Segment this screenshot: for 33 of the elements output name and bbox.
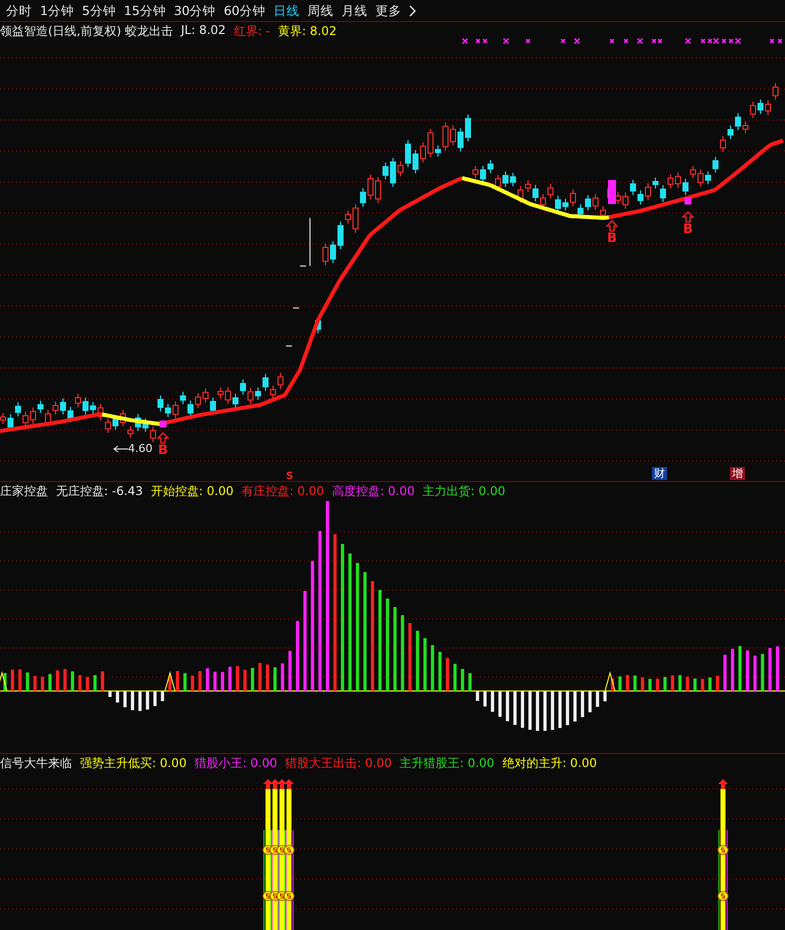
buy-signal-label: B (683, 223, 693, 236)
timeframe-tab[interactable]: 1分钟 (36, 2, 78, 20)
event-tag: 增 (730, 467, 745, 480)
timeframe-tab[interactable]: 5分钟 (78, 2, 120, 20)
chart-title: 领益智造(日线,前复权) 蛟龙出击 (0, 23, 173, 40)
price-label: 4.60 (128, 443, 152, 455)
timeframe-tab[interactable]: 30分钟 (170, 2, 220, 20)
timeframe-tab[interactable]: 分时 (2, 2, 36, 20)
indicator-title: 信号大牛来临 (0, 755, 72, 772)
indicator-value: 强势主升低买: 0.00 (80, 755, 187, 772)
indicator-value: 开始控盘: 0.00 (150, 483, 234, 500)
indicator-title: 庄家控盘 (0, 483, 48, 500)
event-tag: 财 (652, 467, 667, 480)
indicator-value: 有庄控盘: 0.00 (241, 483, 324, 500)
indicator-value: 黄界: 8.02 (278, 23, 337, 40)
indicator-value: 无庄控盘: -6.43 (56, 483, 143, 500)
timeframe-tab[interactable]: 日线 (270, 2, 304, 20)
indicator-value: 主力出货: 0.00 (422, 483, 506, 500)
buy-signal-label: B (607, 232, 617, 245)
indicator-value: JL: 8.02 (181, 23, 226, 39)
timeframe-tab[interactable]: 60分钟 (220, 2, 270, 20)
indicator-value: 主升猎股王: 0.00 (400, 755, 494, 772)
indicator-value: 高度控盘: 0.00 (332, 483, 415, 500)
more-button[interactable]: 更多 (372, 2, 406, 20)
indicator-value: 猎股大王出击: 0.00 (285, 755, 392, 772)
indicator-value: 猎股小王: 0.00 (194, 755, 278, 772)
indicator-value: 绝对的主升: 0.00 (502, 755, 597, 772)
timeframe-tab[interactable]: 15分钟 (120, 2, 170, 20)
timeframe-tab[interactable]: 周线 (304, 2, 338, 20)
indicator-value: 红界: - (234, 23, 270, 40)
event-marker: S (285, 470, 294, 483)
buy-signal-label: B (158, 444, 168, 457)
timeframe-tab[interactable]: 月线 (338, 2, 372, 20)
